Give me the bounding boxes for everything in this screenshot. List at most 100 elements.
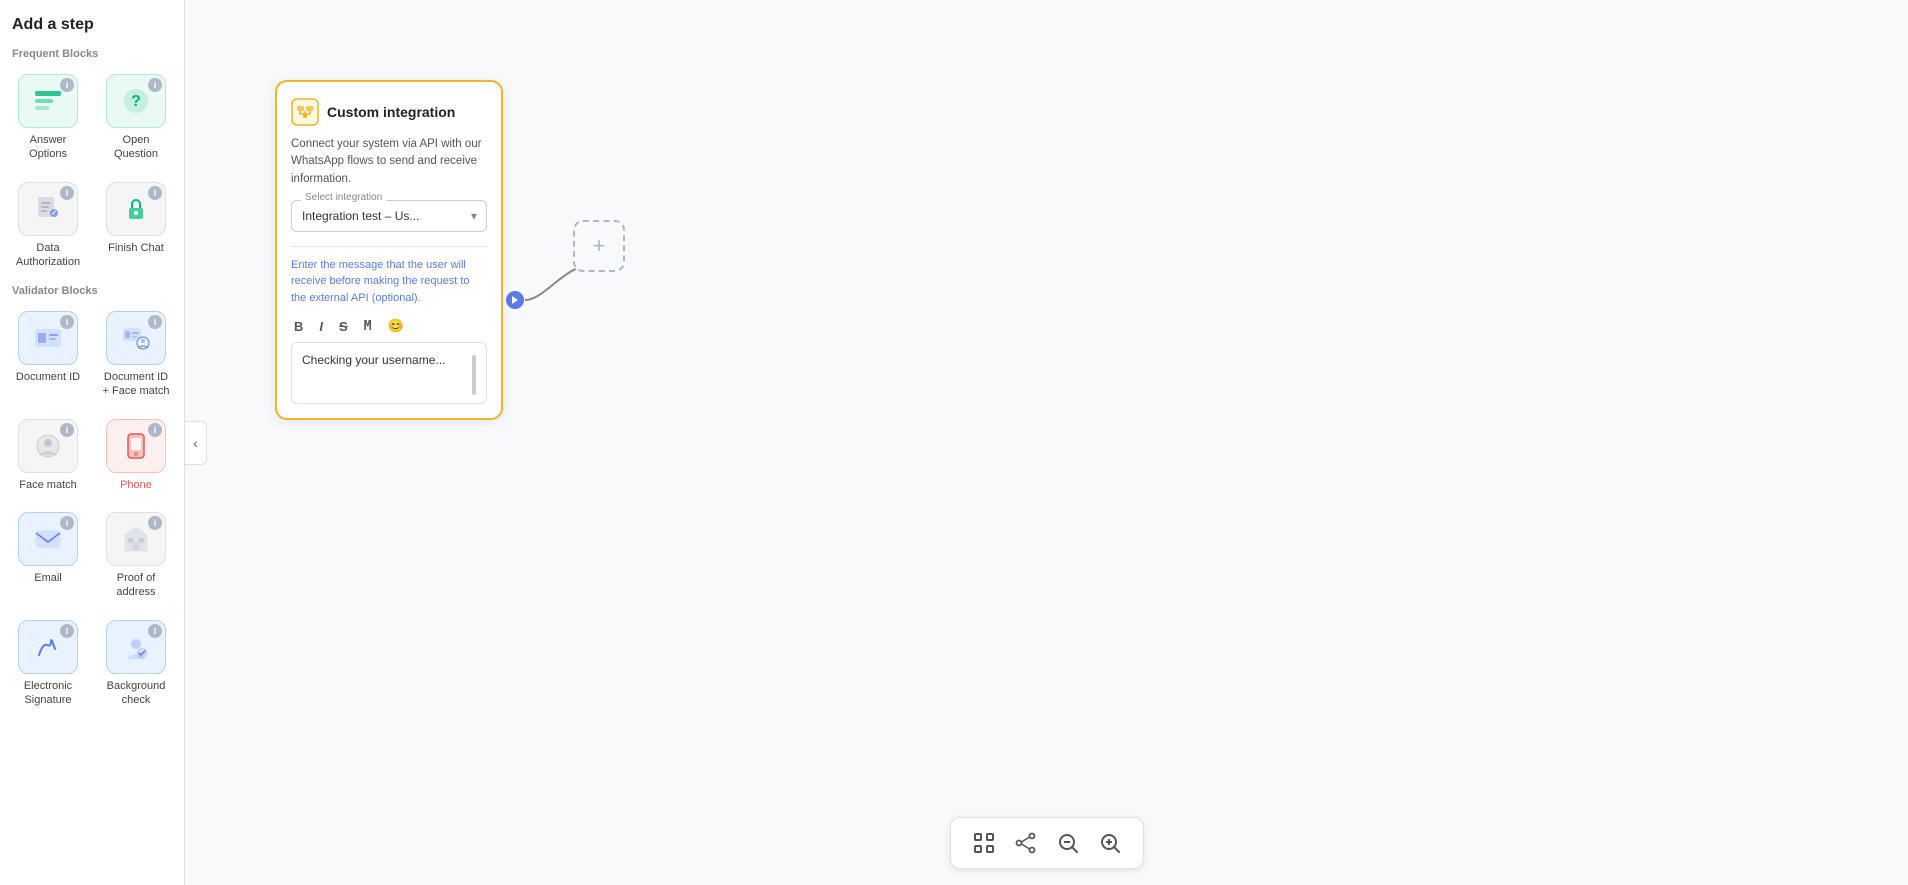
scrollbar: [472, 355, 476, 395]
message-input-box[interactable]: Checking your username...: [291, 342, 487, 404]
id-icon: [33, 325, 63, 351]
zoom-in-icon: [1099, 832, 1121, 854]
card-divider: [291, 246, 487, 247]
svg-text:✓: ✓: [51, 210, 57, 217]
select-label: Select integration: [301, 192, 386, 203]
face-match-icon-wrap: i: [18, 419, 78, 473]
validator-blocks-label: Validator Blocks: [12, 285, 176, 297]
sidebar-item-background-check[interactable]: i Background check: [96, 614, 176, 714]
face-icon: [34, 432, 62, 460]
integration-card: Custom integration Connect your system v…: [275, 80, 503, 420]
id-face-icon: [121, 324, 151, 352]
doc-id-icon-wrap: i: [18, 311, 78, 365]
info-badge: i: [148, 186, 162, 200]
phone-label: Phone: [120, 478, 152, 492]
share-button[interactable]: [1007, 826, 1045, 860]
data-auth-label: Data Authorization: [12, 241, 84, 270]
select-integration-dropdown[interactable]: Integration test – Us...: [291, 200, 487, 232]
doc-id-face-label: Document ID + Face match: [100, 370, 172, 399]
finish-chat-icon-wrap: i: [106, 182, 166, 236]
toolbar-italic-button[interactable]: I: [316, 317, 326, 336]
phone-icon: [124, 432, 148, 460]
bg-check-icon-wrap: i: [106, 620, 166, 674]
doc-id-face-icon-wrap: i: [106, 311, 166, 365]
answer-options-label: Answer Options: [12, 133, 84, 162]
document-id-label: Document ID: [16, 370, 80, 384]
bottom-toolbar: [950, 817, 1144, 869]
plus-icon: +: [593, 235, 606, 257]
info-badge: i: [148, 315, 162, 329]
frequent-blocks-label: Frequent Blocks: [12, 48, 176, 60]
svg-text:?: ?: [131, 93, 141, 110]
sidebar: Add a step Frequent Blocks i Answer Opti…: [0, 0, 185, 885]
signature-icon: [33, 633, 63, 661]
finish-chat-label: Finish Chat: [108, 241, 164, 255]
info-badge: i: [60, 186, 74, 200]
info-badge: i: [60, 423, 74, 437]
email-icon-wrap: i: [18, 512, 78, 566]
sidebar-item-open-question[interactable]: i ? Open Question: [96, 68, 176, 168]
electronic-signature-label: Electronic Signature: [12, 679, 84, 708]
sidebar-title: Add a step: [8, 16, 176, 34]
bg-check-icon: [122, 633, 150, 661]
sidebar-item-electronic-signature[interactable]: i Electronic Signature: [8, 614, 88, 714]
card-description: Connect your system via API with our Wha…: [291, 136, 487, 188]
data-auth-icon-wrap: i ✓: [18, 182, 78, 236]
fit-icon: [973, 832, 995, 854]
open-question-icon-wrap: i ?: [106, 74, 166, 128]
question-icon: ?: [121, 86, 151, 116]
info-badge: i: [60, 624, 74, 638]
info-badge: i: [60, 315, 74, 329]
validator-blocks-grid: i Document ID i: [8, 305, 176, 713]
info-badge: i: [148, 423, 162, 437]
toolbar-bold-button[interactable]: B: [291, 317, 306, 336]
email-label: Email: [34, 571, 62, 585]
zoom-in-button[interactable]: [1091, 826, 1129, 860]
sidebar-item-face-match[interactable]: i Face match: [8, 413, 88, 498]
toolbar-emoji-button[interactable]: 😊: [385, 316, 407, 336]
sidebar-item-finish-chat[interactable]: i Finish Chat: [96, 176, 176, 276]
sidebar-item-phone[interactable]: i Phone: [96, 413, 176, 498]
integration-card-icon: [291, 98, 319, 126]
lock-icon: [122, 195, 150, 223]
zoom-out-icon: [1057, 832, 1079, 854]
signature-icon-wrap: i: [18, 620, 78, 674]
fit-view-button[interactable]: [965, 826, 1003, 860]
message-text: Checking your username...: [302, 351, 445, 395]
canvas-area: ‹ Custom integrat: [185, 0, 1908, 885]
list-icon: [33, 88, 63, 114]
open-question-label: Open Question: [100, 133, 172, 162]
zoom-out-button[interactable]: [1049, 826, 1087, 860]
sidebar-item-data-authorization[interactable]: i ✓ Data Authorization: [8, 176, 88, 276]
card-sub-description: Enter the message that the user will rec…: [291, 257, 487, 307]
sidebar-item-answer-options[interactable]: i Answer Options: [8, 68, 88, 168]
doc-icon: ✓: [34, 195, 62, 223]
collapse-sidebar-button[interactable]: ‹: [185, 421, 207, 465]
proof-address-label: Proof of address: [100, 571, 172, 600]
info-badge: i: [148, 516, 162, 530]
info-badge: i: [60, 78, 74, 92]
toolbar-strikethrough-button[interactable]: S: [336, 317, 351, 336]
sidebar-item-proof-address[interactable]: i Proof of address: [96, 506, 176, 606]
face-match-label: Face match: [19, 478, 76, 492]
info-badge: i: [60, 516, 74, 530]
address-icon: [123, 525, 149, 553]
sidebar-item-doc-id-face[interactable]: i Document ID + Face match: [96, 305, 176, 405]
share-icon: [1015, 832, 1037, 854]
info-badge: i: [148, 78, 162, 92]
answer-options-icon-wrap: i: [18, 74, 78, 128]
frequent-blocks-grid: i Answer Options i ? Open Question: [8, 68, 176, 275]
card-header: Custom integration: [291, 98, 487, 126]
phone-icon-wrap: i: [106, 419, 166, 473]
email-icon: [34, 528, 62, 550]
sidebar-item-email[interactable]: i Email: [8, 506, 88, 606]
address-icon-wrap: i: [106, 512, 166, 566]
sidebar-item-document-id[interactable]: i Document ID: [8, 305, 88, 405]
text-toolbar: B I S M 😊: [291, 316, 487, 336]
info-badge: i: [148, 624, 162, 638]
background-check-label: Background check: [100, 679, 172, 708]
select-integration-wrap: Select integration Integration test – Us…: [291, 200, 487, 232]
card-title: Custom integration: [327, 104, 455, 120]
plus-node[interactable]: +: [573, 220, 625, 272]
toolbar-mono-button[interactable]: M: [361, 317, 375, 336]
